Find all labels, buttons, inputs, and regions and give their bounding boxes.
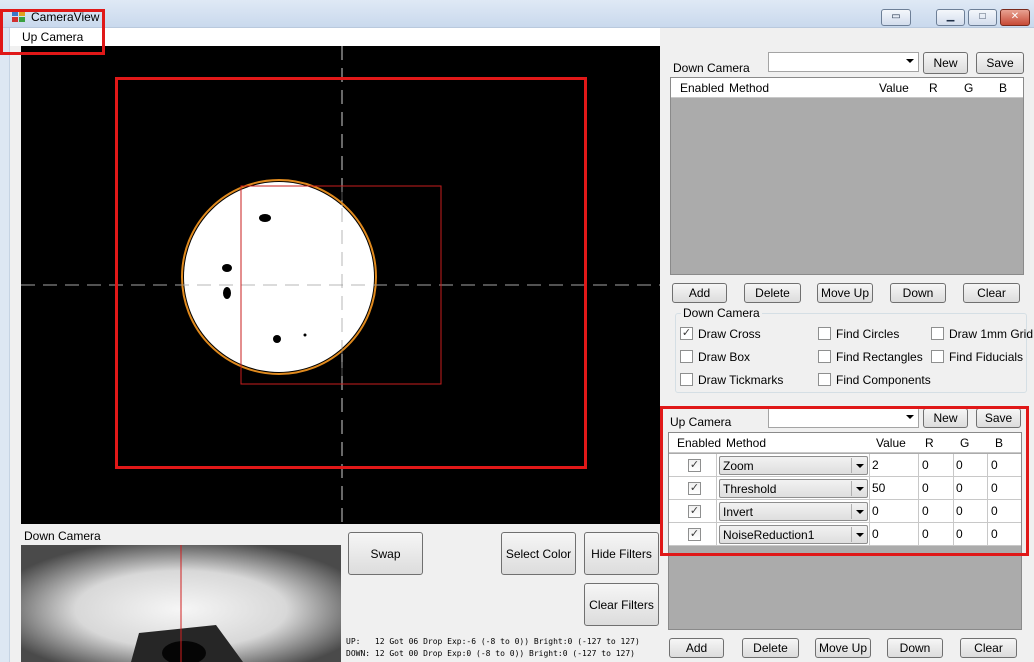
up-view-highlight-box: [115, 77, 587, 469]
draw-tickmarks-label: Draw Tickmarks: [698, 373, 784, 387]
find-circles-checkbox[interactable]: [818, 327, 831, 340]
menu-bar: [10, 28, 660, 46]
draw-cross-label: Draw Cross: [698, 327, 761, 341]
down-move-up-button[interactable]: Move Up: [817, 283, 873, 303]
down-down-button[interactable]: Down: [890, 283, 946, 303]
find-circles-label: Find Circles: [836, 327, 900, 341]
find-rectangles-checkbox[interactable]: [818, 350, 831, 363]
up-delete-button[interactable]: Delete: [742, 638, 799, 658]
draw-box-label: Draw Box: [698, 350, 751, 364]
down-new-button[interactable]: New: [923, 52, 968, 74]
select-color-button[interactable]: Select Color: [501, 532, 576, 575]
down-camera-image: [21, 545, 341, 662]
window-left-edge: [0, 28, 10, 662]
restore-layout-button[interactable]: ▭: [881, 9, 911, 26]
down-col-b: B: [999, 81, 1008, 95]
down-camera-view[interactable]: [21, 545, 341, 662]
status-up: UP: 12 Got 06 Drop Exp:-6 (-8 to 0)) Bri…: [346, 637, 640, 646]
down-save-button[interactable]: Save: [976, 52, 1024, 74]
down-add-button[interactable]: Add: [672, 283, 727, 303]
find-components-checkbox[interactable]: [818, 373, 831, 386]
up-clear-button[interactable]: Clear: [960, 638, 1017, 658]
draw-1mm-grid-checkbox[interactable]: [931, 327, 944, 340]
up-add-button[interactable]: Add: [669, 638, 724, 658]
minimize-button[interactable]: ▁: [936, 9, 965, 26]
down-camera-label: Down Camera: [24, 529, 101, 543]
down-panel-title: Down Camera: [673, 61, 750, 75]
hide-filters-button[interactable]: Hide Filters: [584, 532, 659, 575]
down-delete-button[interactable]: Delete: [744, 283, 801, 303]
up-down-button[interactable]: Down: [887, 638, 943, 658]
draw-cross-checkbox[interactable]: ✓: [680, 327, 693, 340]
find-components-label: Find Components: [836, 373, 931, 387]
down-clear-button[interactable]: Clear: [963, 283, 1020, 303]
up-move-up-button[interactable]: Move Up: [815, 638, 871, 658]
up-panel-highlight-box: [660, 406, 1029, 556]
find-fiducials-checkbox[interactable]: [931, 350, 944, 363]
down-col-value: Value: [879, 81, 909, 95]
clear-filters-button[interactable]: Clear Filters: [584, 583, 659, 626]
swap-button[interactable]: Swap: [348, 532, 423, 575]
down-col-method: Method: [729, 81, 770, 95]
draw-1mm-grid-label: Draw 1mm Grid: [949, 327, 1034, 341]
find-rectangles-label: Find Rectangles: [836, 350, 923, 364]
close-button[interactable]: ✕: [1000, 9, 1030, 26]
draw-tickmarks-checkbox[interactable]: [680, 373, 693, 386]
down-filter-set-combo[interactable]: [768, 52, 919, 72]
title-bar: [0, 0, 1034, 28]
down-col-r: R: [929, 81, 938, 95]
down-options-title: Down Camera: [681, 306, 762, 320]
draw-box-checkbox[interactable]: [680, 350, 693, 363]
maximize-button[interactable]: □: [968, 9, 997, 26]
down-col-enabled: Enabled: [680, 81, 725, 95]
down-grid-header: Enabled Method Value R G B: [671, 78, 1023, 98]
find-fiducials-label: Find Fiducials: [949, 350, 1024, 364]
down-filter-grid[interactable]: Enabled Method Value R G B: [670, 77, 1024, 275]
down-col-g: G: [964, 81, 974, 95]
status-down: DOWN: 12 Got 00 Drop Exp:0 (-8 to 0)) Br…: [346, 649, 635, 658]
menu-highlight-box: [0, 9, 105, 55]
